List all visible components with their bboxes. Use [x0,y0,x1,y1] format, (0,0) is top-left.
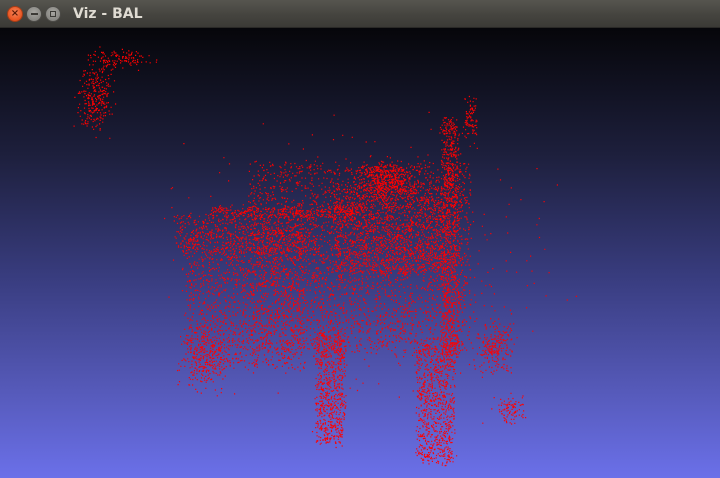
window-title: Viz - BAL [73,6,143,22]
point-cloud [73,46,577,467]
point-cloud-points [73,46,577,467]
app-window: × Viz - BAL [0,0,720,478]
3d-viewport[interactable] [0,28,720,478]
maximize-icon [50,11,56,17]
minimize-button[interactable] [26,6,42,22]
maximize-button[interactable] [45,6,61,22]
close-button[interactable]: × [7,6,23,22]
minimize-icon [30,13,38,15]
close-icon: × [10,8,20,19]
title-bar[interactable]: × Viz - BAL [0,0,720,28]
